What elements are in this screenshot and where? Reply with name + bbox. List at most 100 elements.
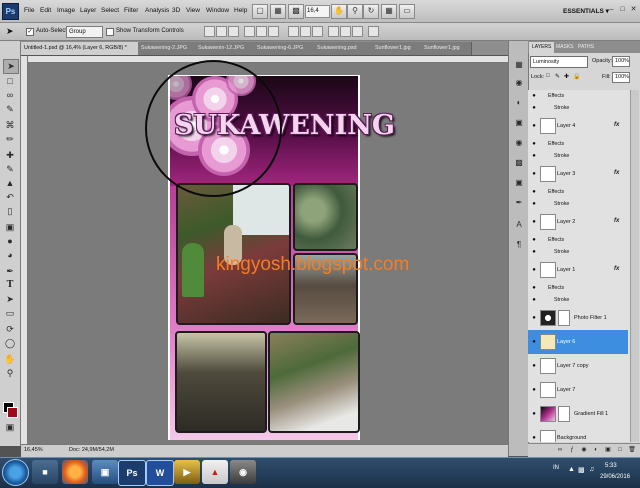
layer-row-layer-4[interactable]: ● Layer 4 fx	[528, 114, 628, 139]
media-player-icon[interactable]: ▶	[174, 460, 200, 484]
delete-layer-icon[interactable]: 🗑	[628, 446, 636, 454]
layer-row-layer-2[interactable]: ● Layer 2 fx	[528, 210, 628, 235]
adjustment-layer-icon[interactable]: ◐	[592, 446, 600, 454]
align-top-icon[interactable]	[204, 26, 215, 37]
crop-tool-icon[interactable]: ⌘	[3, 119, 17, 132]
align-right-icon[interactable]	[268, 26, 279, 37]
layer-name[interactable]: Layer 1	[557, 267, 575, 273]
eye-icon[interactable]: ●	[530, 386, 538, 394]
healing-brush-tool-icon[interactable]: ✚	[3, 149, 17, 162]
clock-date[interactable]: 29/06/2016	[600, 474, 630, 480]
eye-icon[interactable]: ●	[530, 338, 538, 346]
link-layers-icon[interactable]: ∞	[556, 446, 564, 454]
fx-badge[interactable]: fx	[614, 122, 619, 128]
lock-transparency-icon[interactable]: □	[546, 73, 550, 79]
eye-icon[interactable]: ●	[530, 104, 538, 112]
menu-help[interactable]: Help	[234, 7, 247, 14]
paragraph-icon[interactable]: ¶	[513, 239, 525, 250]
start-button[interactable]	[2, 459, 29, 486]
bridge-icon[interactable]: ▢	[252, 4, 268, 19]
photoshop-taskbar-icon[interactable]: Ps	[118, 460, 146, 486]
layer-name[interactable]: Layer 3	[557, 171, 575, 177]
layer-name[interactable]: Background	[557, 435, 586, 441]
blur-tool-icon[interactable]: ●	[3, 235, 17, 248]
align-hcenter-icon[interactable]	[256, 26, 267, 37]
eye-icon[interactable]: ●	[530, 92, 538, 100]
distribute-top-icon[interactable]	[288, 26, 299, 37]
clone-stamp-tool-icon[interactable]: ▲	[3, 177, 17, 190]
layer-row-layer-6[interactable]: ● Layer 6	[528, 330, 628, 355]
close-icon[interactable]: ✕	[628, 5, 639, 15]
eye-icon[interactable]: ●	[530, 362, 538, 370]
hand-tool-icon[interactable]: ✋	[331, 4, 347, 19]
distribute-left-icon[interactable]	[328, 26, 339, 37]
fill-field[interactable]: 100%	[612, 72, 630, 83]
hand-tool-panel-icon[interactable]: ✋	[3, 353, 17, 366]
distribute-vcenter-icon[interactable]	[300, 26, 311, 37]
layer-name[interactable]: Layer 2	[557, 219, 575, 225]
rotate-view-icon[interactable]: ↻	[363, 4, 379, 19]
word-taskbar-icon[interactable]: W	[146, 460, 174, 486]
lock-all-icon[interactable]: 🔒	[573, 73, 580, 80]
3d-rotate-tool-icon[interactable]: ⟳	[3, 323, 17, 336]
file-explorer-icon[interactable]: ■	[32, 460, 58, 484]
eye-icon[interactable]: ●	[530, 248, 538, 256]
eye-icon[interactable]: ●	[530, 266, 538, 274]
control-panel-icon[interactable]: ▣	[92, 460, 118, 484]
add-mask-icon[interactable]: ◉	[580, 446, 588, 454]
history-icon[interactable]: ▦	[513, 59, 525, 70]
eye-icon[interactable]: ●	[530, 236, 538, 244]
layer-row-layer-7-copy[interactable]: ● Layer 7 copy	[528, 354, 628, 379]
eye-icon[interactable]: ●	[530, 296, 538, 304]
eyedropper-tool-icon[interactable]: ✏	[3, 133, 17, 146]
lasso-tool-icon[interactable]: ∞	[3, 89, 17, 102]
blend-mode-select[interactable]: Luminosity	[530, 56, 588, 68]
horizontal-ruler[interactable]	[21, 56, 508, 63]
auto-align-icon[interactable]	[368, 26, 379, 37]
eye-icon[interactable]: ●	[530, 188, 538, 196]
tab-sukawening-2[interactable]: Sukawening-2.JPG	[138, 42, 197, 55]
distribute-bottom-icon[interactable]	[312, 26, 323, 37]
app-icon[interactable]: ◉	[230, 460, 256, 484]
quick-select-tool-icon[interactable]: ✎	[3, 103, 17, 116]
align-left-icon[interactable]	[244, 26, 255, 37]
color-icon[interactable]: ◉	[513, 77, 525, 88]
layers-strip-icon[interactable]: ▩	[513, 157, 525, 168]
eye-icon[interactable]: ●	[530, 170, 538, 178]
move-tool-preset-icon[interactable]: ➤	[6, 26, 14, 37]
tab-masks[interactable]: MASKS	[553, 42, 577, 53]
layer-row-layer-3[interactable]: ● Layer 3 fx	[528, 162, 628, 187]
layer-row-photo-filter-1[interactable]: ● Photo Filter 1	[528, 306, 628, 331]
adjustments-icon[interactable]: ◐	[513, 97, 525, 108]
tray-arrow-icon[interactable]: ▲	[568, 466, 575, 473]
opacity-field[interactable]: 100%	[612, 56, 630, 67]
brush-tool-icon[interactable]: ✎	[3, 163, 17, 176]
input-language[interactable]: IN	[553, 465, 559, 471]
layer-row-background[interactable]: ● Background	[528, 426, 628, 442]
eye-icon[interactable]: ●	[530, 152, 538, 160]
type-tool-icon[interactable]: T	[3, 279, 17, 292]
zoom-percentage[interactable]: 16,45%	[24, 447, 43, 453]
workspace-switcher[interactable]: ESSENTIALS ▾	[563, 7, 609, 15]
extras-icon[interactable]: ▩	[288, 4, 304, 19]
tab-untitled-1[interactable]: Untitled-1.psd @ 16,4% (Layer 6, RGB/8) …	[21, 42, 140, 55]
tab-sukawenin-12[interactable]: Sukawenin-12.JPG	[195, 42, 256, 55]
3d-orbit-tool-icon[interactable]: ◯	[3, 337, 17, 350]
eye-icon[interactable]: ●	[530, 218, 538, 226]
eye-icon[interactable]: ●	[530, 410, 538, 418]
firefox-icon[interactable]	[62, 460, 88, 484]
layer-name[interactable]: Photo Filter 1	[574, 315, 607, 321]
marquee-tool-icon[interactable]: □	[3, 75, 17, 88]
layer-name[interactable]: Layer 7	[557, 387, 575, 393]
align-bottom-icon[interactable]	[228, 26, 239, 37]
lock-image-icon[interactable]: ✎	[555, 73, 560, 80]
eye-icon[interactable]: ●	[530, 284, 538, 292]
tab-sunflower1-a[interactable]: Sunflower1.jpg	[372, 42, 423, 55]
acrobat-icon[interactable]: ▲	[202, 460, 228, 484]
layers-scrollbar[interactable]	[630, 90, 639, 442]
move-tool-icon[interactable]: ➤	[3, 59, 19, 74]
tab-layers[interactable]: LAYERS	[529, 42, 555, 53]
auto-select-dropdown[interactable]: Group	[66, 26, 103, 38]
tab-sukawening-6[interactable]: Sukawening-6.JPG	[254, 42, 316, 55]
tab-sukawening-psd[interactable]: Sukawening.psd	[314, 42, 374, 55]
